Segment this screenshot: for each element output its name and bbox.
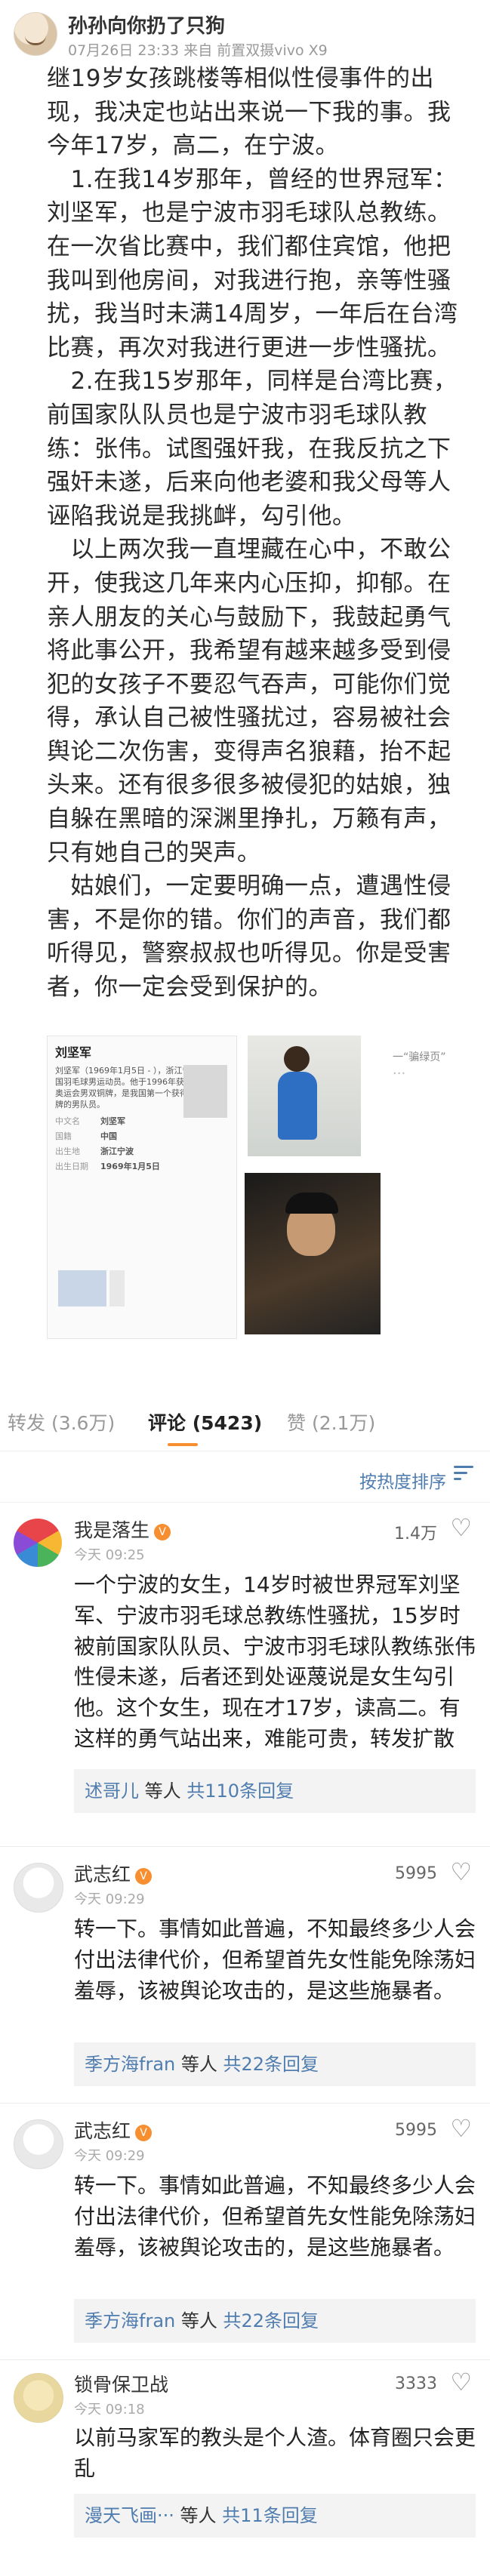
author-avatar[interactable] [14,12,57,56]
post-paragraph: 1.在我14岁那年，曾经的世界冠军：刘坚军，也是宁波市羽毛球队总教练。在一次省比… [47,165,458,362]
comment-time: 今天 09:18 [74,2402,145,2418]
tab-bar: 转发 (3.6万) 评论 (5423) 赞 (2.1万) [0,1390,490,1451]
comment-like-count: 3333 [395,2374,437,2393]
heart-icon[interactable]: ♡ [450,1516,472,1540]
commenter-name[interactable]: 武志红 V [74,1860,153,1887]
commenter-avatar[interactable] [14,1863,63,1913]
portrait-photo[interactable] [245,1173,381,1334]
commenter-avatar[interactable] [14,1519,62,1567]
sort-row: 按热度排序 [0,1451,490,1503]
comment-like-count: 5995 [395,2121,437,2140]
commenter-name[interactable]: 我是落生 V [74,1516,171,1543]
post-images: 刘坚军 刘坚军（1969年1月5日 - ），浙江宁波人，中国羽毛球男运动员。他于… [47,1036,455,1339]
comment-text: 以前马家军的教头是个人渣。体育圈只会更乱 [74,2425,476,2481]
sort-icon[interactable] [454,1466,473,1485]
tab-repost[interactable]: 转发 (3.6万) [8,1408,115,1436]
commenter-avatar[interactable] [14,2373,63,2423]
comment-text: 转一下。事情如此普遍，不知最终多少人会付出法律代价，但希望首先女性能免除荡妇羞辱… [74,2173,476,2260]
baike-thumbnail [183,1065,227,1118]
post-header: 孙孙向你扔了只狗 07月26日 23:33 来自 前置双摄vivo X9 [0,0,490,68]
author-name[interactable]: 孙孙向你扔了只狗 [68,11,225,38]
tab-likes[interactable]: 赞 (2.1万) [287,1408,375,1436]
comment-like-count: 1.4万 [394,1525,437,1543]
tab-comments[interactable]: 评论 (5423) [148,1408,262,1436]
baike-mini-photo [109,1270,125,1306]
comment-replies-link[interactable]: 季方海fran 等人 共22条回复 [74,2299,476,2343]
divider [0,2103,490,2104]
comment-like-count: 5995 [395,1864,437,1883]
verified-badge-icon: V [154,1524,171,1540]
post-paragraph: 继19岁女孩跳楼等相似性侵事件的出现，我决定也站出来说一下我的事。我今年17岁，… [47,65,451,160]
post-paragraph: 以上两次我一直埋藏在心中，不敢公开，使我这几年来内心压抑，抑郁。在亲人朋友的关心… [47,536,451,866]
baike-row: 出生日期 1969年1月5日 [55,1162,160,1171]
verified-badge-icon: V [135,1868,153,1885]
badminton-photo[interactable] [248,1036,361,1156]
photo-caption: 一“骗绿页” [393,1051,446,1063]
heart-icon[interactable]: ♡ [450,1860,472,1884]
comment-time: 今天 09:29 [74,2148,145,2164]
comment-replies-link[interactable]: 述哥儿 等人 共110条回复 [74,1769,476,1813]
comment-text: 转一下。事情如此普遍，不知最终多少人会付出法律代价，但希望首先女性能免除荡妇羞辱… [74,1916,476,2003]
post-meta: 07月26日 23:33 来自 前置双摄vivo X9 [68,42,328,59]
heart-icon[interactable]: ♡ [450,2116,472,2141]
divider [0,1846,490,1847]
post-paragraph: 2.在我15岁那年，同样是台湾比赛，前国家队队员也是宁波市羽毛球队教练：张伟。试… [47,368,458,530]
baike-row: 国籍 中国 [55,1131,117,1141]
comment-replies-link[interactable]: 季方海fran 等人 共22条回复 [74,2042,476,2086]
commenter-name[interactable]: 武志红 V [74,2116,153,2144]
baike-mini-photo [58,1270,106,1306]
baike-title: 刘坚军 [55,1045,92,1060]
comment-replies-link[interactable]: 漫天飞画··· 等人 共11条回复 [74,2494,476,2538]
heart-icon[interactable]: ♡ [450,2370,472,2394]
post-body: 继19岁女孩跳楼等相似性侵事件的出现，我决定也站出来说一下我的事。我今年17岁，… [47,62,470,1005]
more-dots: ··· [393,1066,406,1082]
verified-badge-icon: V [135,2125,153,2141]
commenter-avatar[interactable] [14,2119,63,2169]
baike-row: 出生地 浙江宁波 [55,1146,134,1156]
active-tab-indicator [168,1443,198,1446]
divider [0,2359,490,2360]
comment-time: 今天 09:29 [74,1891,145,1907]
comment-text: 一个宁波的女生，14岁时被世界冠军刘坚军、宁波市羽毛球总教练性骚扰，15岁时被前… [74,1572,476,1751]
comment-time: 今天 09:25 [74,1547,145,1563]
baike-screenshot-image[interactable]: 刘坚军 刘坚军（1969年1月5日 - ），浙江宁波人，中国羽毛球男运动员。他于… [47,1036,237,1339]
commenter-name[interactable]: 锁骨保卫战 [74,2370,168,2397]
post-paragraph: 姑娘们，一定要明确一点，遭遇性侵害，不是你的错。你们的声音，我们都听得见，警察叔… [47,873,451,1002]
sort-button[interactable]: 按热度排序 [359,1467,446,1493]
